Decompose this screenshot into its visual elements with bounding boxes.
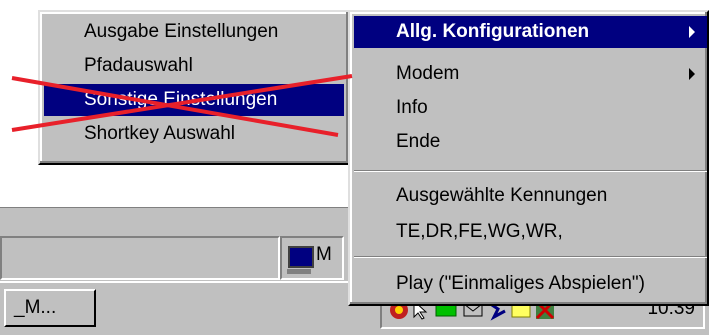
menu-item-allg-konfigurationen[interactable]: Allg. Konfigurationen xyxy=(354,16,707,48)
menu-item-play[interactable]: Play ("Einmaliges Abspielen") xyxy=(354,268,707,300)
menu-item-ausgewaehlte-kennungen: Ausgewählte Kennungen xyxy=(354,180,707,212)
menu-item-label: Shortkey Auswahl xyxy=(84,123,236,144)
status-bar-field-computer: M xyxy=(280,236,344,280)
menu-item-ende[interactable]: Ende xyxy=(354,126,707,158)
submenu-arrow-icon xyxy=(689,26,695,38)
taskbar-app-button-label: _M... xyxy=(14,297,57,318)
menu-item-ausgabe-einstellungen[interactable]: Ausgabe Einstellungen xyxy=(44,16,344,48)
submenu-allg-konfigurationen: Ausgabe Einstellungen Pfadauswahl Sonsti… xyxy=(38,10,350,165)
menu-item-kennungen-value: TE,DR,FE,WG,WR, xyxy=(354,216,707,248)
menu-item-modem[interactable]: Modem xyxy=(354,58,707,90)
menu-item-label: Ende xyxy=(396,131,441,152)
status-field-label: M xyxy=(316,244,332,265)
menu-item-pfadauswahl[interactable]: Pfadauswahl xyxy=(44,50,344,82)
menu-item-info[interactable]: Info xyxy=(354,92,707,124)
menu-item-label: Modem xyxy=(396,63,460,84)
menu-item-label: Ausgabe Einstellungen xyxy=(84,21,279,42)
menu-item-label: Sonstige Einstellungen xyxy=(84,89,278,110)
menu-item-label: Allg. Konfigurationen xyxy=(396,21,590,42)
menu-item-shortkey-auswahl[interactable]: Shortkey Auswahl xyxy=(44,118,344,150)
submenu-arrow-icon xyxy=(689,68,695,80)
menu-item-label: Pfadauswahl xyxy=(84,55,193,76)
menu-item-label: Play ("Einmaliges Abspielen") xyxy=(396,273,645,294)
menu-separator xyxy=(354,170,707,172)
menu-item-label: Ausgewählte Kennungen xyxy=(396,185,608,206)
menu-item-label: TE,DR,FE,WG,WR, xyxy=(396,221,563,242)
computer-icon xyxy=(287,246,314,274)
taskbar-app-button[interactable]: _M... xyxy=(4,289,96,327)
menu-item-label: Info xyxy=(396,97,428,118)
status-bar-field xyxy=(0,236,280,280)
tray-popup-menu: Allg. Konfigurationen Modem Info Ende Au… xyxy=(348,10,709,306)
menu-separator xyxy=(354,256,707,258)
menu-item-sonstige-einstellungen[interactable]: Sonstige Einstellungen xyxy=(44,84,344,116)
